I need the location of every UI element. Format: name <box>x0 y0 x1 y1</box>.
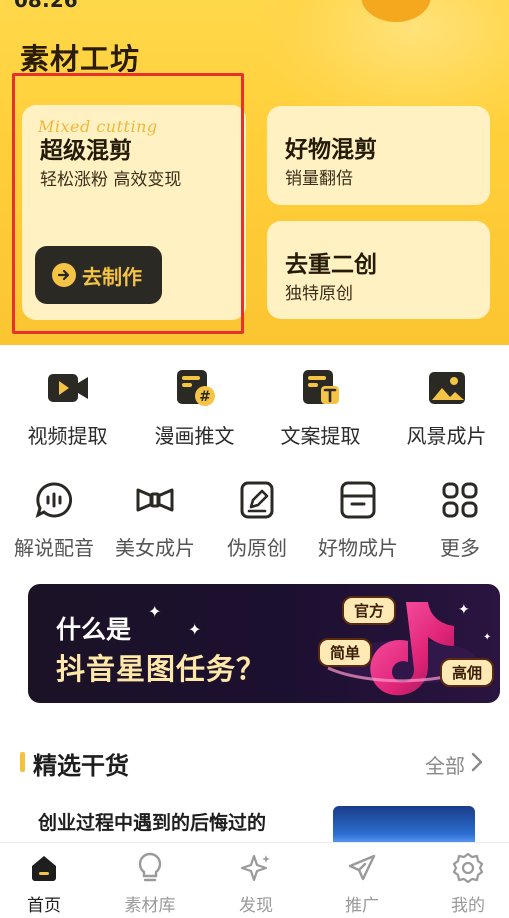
box-icon <box>336 478 380 522</box>
tool-label: 风景成片 <box>406 424 487 448</box>
tool-label: 漫画推文 <box>154 424 235 448</box>
status-time: 08:26 <box>14 0 78 12</box>
tab-mine[interactable]: 我的 <box>428 851 508 916</box>
header: 08:26 素材工坊 Mixed cutting 超级混剪 轻松涨粉 高效变现 … <box>0 0 509 345</box>
banner-line2: 抖音星图任务？ <box>56 652 267 686</box>
tool-voiceover[interactable]: 解说配音 <box>10 478 98 561</box>
svg-text:✦: ✦ <box>458 602 470 618</box>
highlight-box <box>12 73 244 334</box>
tool-goods-video[interactable]: 好物成片 <box>314 478 402 561</box>
svg-text:#: # <box>199 389 211 405</box>
tool-text-extract[interactable]: 文案提取 <box>273 366 368 449</box>
tab-label: 发现 <box>239 896 273 916</box>
tab-home[interactable]: 首页 <box>4 851 84 916</box>
card-title: 好物混剪 <box>285 137 377 163</box>
bow-icon <box>133 478 177 522</box>
chevron-right-icon <box>471 752 483 778</box>
card-subtitle: 独特原创 <box>285 284 353 304</box>
tool-more[interactable]: 更多 <box>416 478 504 561</box>
tab-label: 推广 <box>345 896 379 916</box>
tool-label: 好物成片 <box>318 536 398 560</box>
tab-promote[interactable]: 推广 <box>322 851 402 916</box>
tool-pseudo-original[interactable]: 伪原创 <box>213 478 301 561</box>
gear-icon <box>451 851 485 885</box>
tool-beauty-video[interactable]: 美女成片 <box>111 478 199 561</box>
sparkle-icon <box>239 851 273 885</box>
banner-line1: 什么是 <box>56 615 132 644</box>
tool-label: 更多 <box>440 536 480 560</box>
tool-label: 文案提取 <box>280 424 361 448</box>
svg-text:✦: ✦ <box>483 632 491 643</box>
bulb-icon <box>133 851 167 885</box>
sparkle-icon: ✦ <box>188 620 202 639</box>
sparkle-icon: ✦ <box>148 602 162 621</box>
voice-icon <box>32 478 76 522</box>
section-title: 精选干货 <box>33 752 129 780</box>
view-all-link[interactable]: 全部 <box>425 750 483 779</box>
tab-bar: 首页 素材库 发现 推广 我的 <box>0 842 509 918</box>
view-all-label: 全部 <box>425 754 465 778</box>
promo-banner[interactable]: ✦ ✦ ✦ ✦ 什么是 抖音星图任务？ 官方 简单 高佣 <box>28 584 500 703</box>
tool-landscape[interactable]: 风景成片 <box>399 366 494 449</box>
tab-label: 素材库 <box>124 896 176 916</box>
comic-icon: # <box>173 366 217 410</box>
tag-high-commission: 高佣 <box>440 658 495 687</box>
tool-comic-post[interactable]: # 漫画推文 <box>147 366 242 449</box>
landscape-icon <box>425 366 469 410</box>
card-subtitle: 销量翻倍 <box>285 169 353 189</box>
home-icon <box>27 851 61 885</box>
tool-video-extract[interactable]: 视频提取 <box>20 366 115 449</box>
tab-discover[interactable]: 发现 <box>216 851 296 916</box>
tab-material-library[interactable]: 素材库 <box>110 851 190 916</box>
tab-label: 我的 <box>451 896 485 916</box>
article-title[interactable]: 创业过程中遇到的后悔过的 <box>38 808 266 835</box>
tool-label: 视频提取 <box>27 424 108 448</box>
edit-icon <box>235 478 279 522</box>
page-title: 素材工坊 <box>20 42 141 76</box>
card-title: 去重二创 <box>285 252 377 278</box>
section-accent-bar <box>20 752 25 772</box>
tab-label: 首页 <box>27 896 61 916</box>
article-thumbnail[interactable] <box>333 806 475 846</box>
grid-icon <box>438 478 482 522</box>
tool-label: 解说配音 <box>14 536 94 560</box>
card-dedup-remix[interactable]: 去重二创 独特原创 <box>267 221 490 319</box>
tag-official: 官方 <box>342 596 397 625</box>
tag-simple: 简单 <box>318 638 373 667</box>
send-icon <box>345 851 379 885</box>
tool-label: 美女成片 <box>115 536 195 560</box>
card-goods-mix[interactable]: 好物混剪 销量翻倍 <box>267 106 490 205</box>
video-icon <box>46 366 90 410</box>
text-extract-icon <box>299 366 343 410</box>
tool-label: 伪原创 <box>227 536 287 560</box>
